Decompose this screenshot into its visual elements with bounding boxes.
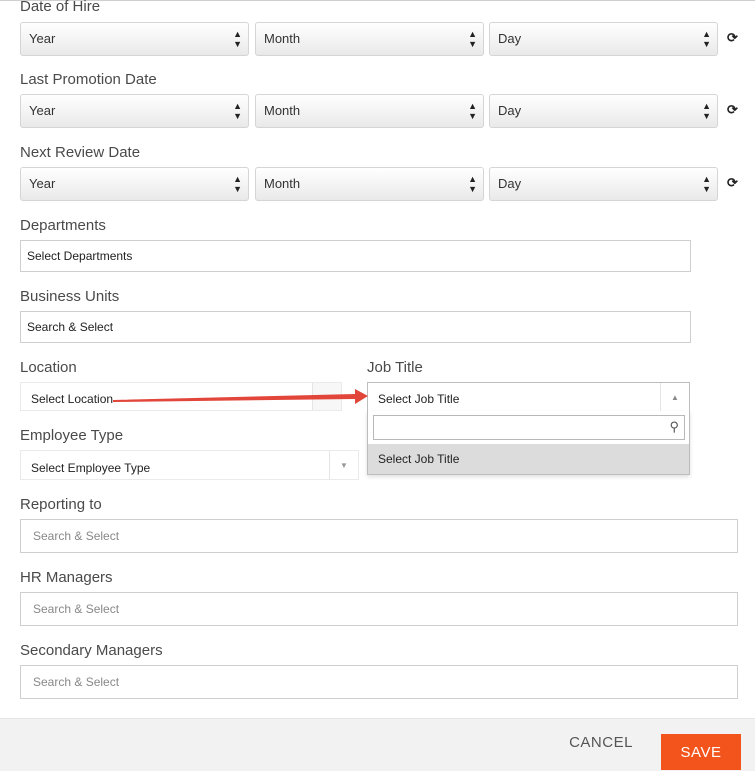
secondary-managers-input[interactable]: Search & Select — [20, 665, 738, 699]
employee-type-label: Employee Type — [20, 427, 124, 444]
reporting-to-input[interactable]: Search & Select — [20, 519, 738, 553]
secondary-managers-label: Secondary Managers — [20, 642, 163, 659]
cancel-button[interactable]: CANCEL — [558, 724, 644, 760]
hr-managers-input[interactable]: Search & Select — [20, 592, 738, 626]
caret-down-icon: ▼ — [329, 451, 358, 479]
hr-managers-label: HR Managers — [20, 569, 113, 586]
reporting-to-label: Reporting to — [20, 496, 102, 513]
save-button[interactable]: SAVE — [661, 734, 741, 770]
employee-type-select[interactable]: Select Employee Type ▼ — [20, 450, 359, 480]
